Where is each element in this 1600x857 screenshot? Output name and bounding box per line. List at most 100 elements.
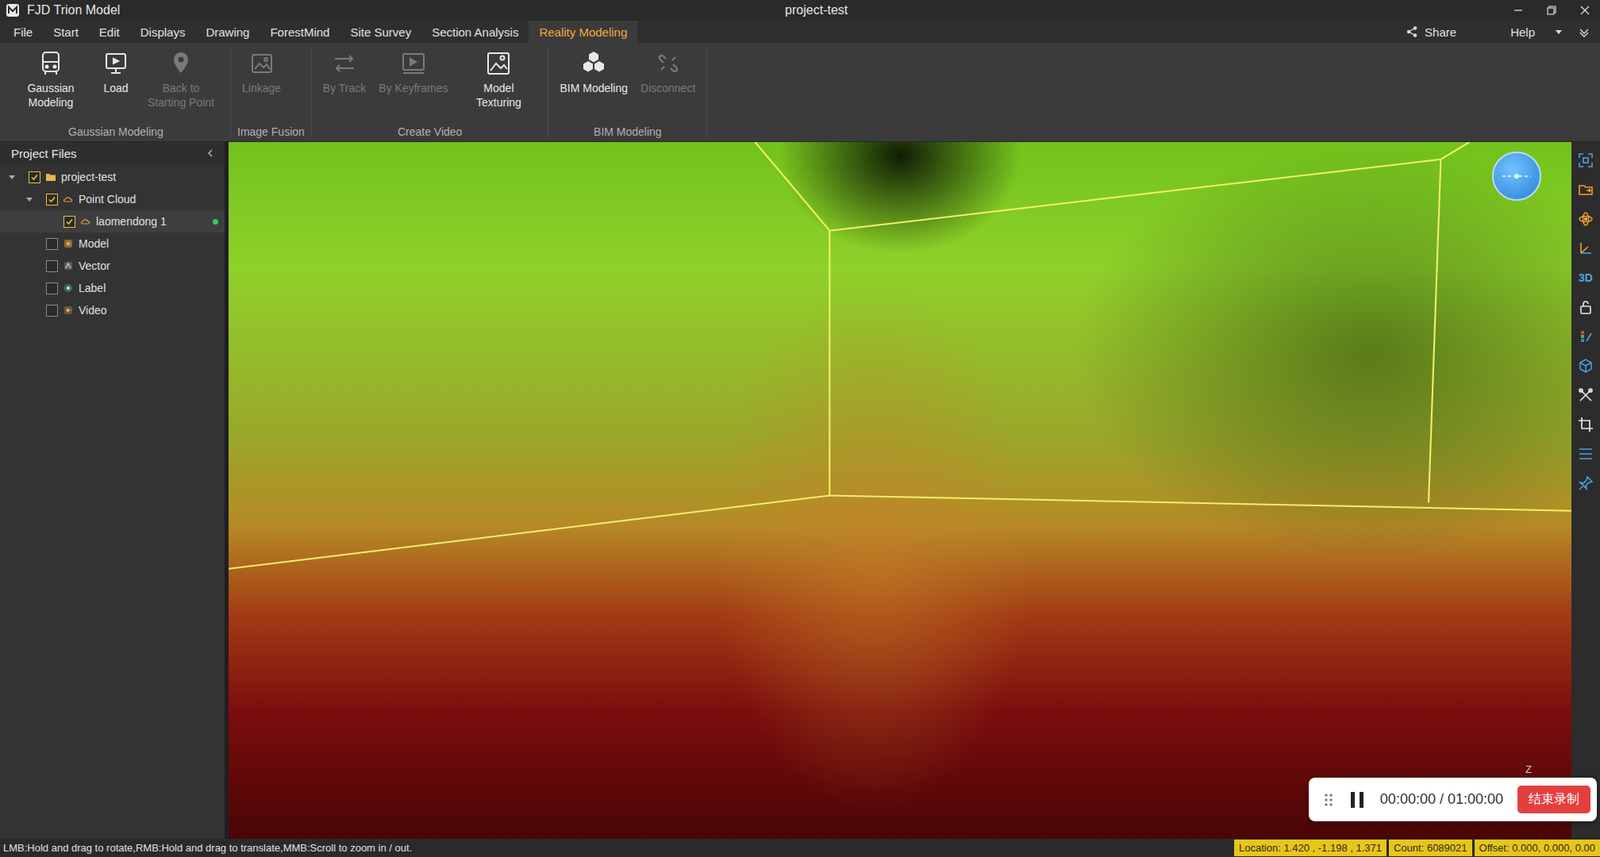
tools-icon <box>1577 387 1594 404</box>
tree-item[interactable]: Vector <box>0 254 225 277</box>
menu-tab[interactable]: Start <box>42 20 89 43</box>
pause-icon[interactable] <box>1348 790 1366 810</box>
orbit-icon <box>1577 211 1594 227</box>
project-panel: Project Filesproject-testPoint Cloudlaom… <box>0 142 225 839</box>
palette-icon <box>1577 328 1594 345</box>
collapse-panel-icon[interactable] <box>205 148 216 158</box>
tree-checkbox[interactable] <box>46 282 58 295</box>
expand-arrow-icon[interactable] <box>25 195 34 204</box>
list-icon <box>1577 446 1594 462</box>
toolbar-button[interactable] <box>1576 445 1596 463</box>
stop-recording-button[interactable]: 结束录制 <box>1517 785 1591 814</box>
toolbar-button[interactable] <box>1576 386 1596 404</box>
menu-tab[interactable]: Site Survey <box>339 20 422 43</box>
close-icon[interactable] <box>1579 4 1591 16</box>
help-menu[interactable]: Help <box>1510 25 1535 39</box>
menu-tab[interactable]: File <box>3 20 43 43</box>
tree-item[interactable]: Video <box>0 299 225 322</box>
tree-checkbox[interactable] <box>63 215 76 228</box>
tree-checkbox[interactable] <box>46 238 58 250</box>
bim-icon <box>579 49 608 78</box>
toolbar-button[interactable] <box>1576 415 1596 434</box>
ribbon-button[interactable]: Model Texturing <box>455 47 542 112</box>
pointcloud-icon <box>62 193 74 205</box>
cube-icon <box>1577 357 1594 374</box>
gaussian-icon <box>36 49 66 78</box>
panel-header: Project Files <box>0 142 225 165</box>
ribbon-button[interactable]: Gaussian Modeling <box>7 47 94 112</box>
collapse-ribbon-icon[interactable] <box>1577 25 1591 39</box>
toolbar-button[interactable] <box>1576 151 1596 170</box>
share-button[interactable]: Share <box>1405 25 1457 39</box>
toolbar-button[interactable] <box>1576 474 1596 493</box>
loaded-dot <box>212 219 219 225</box>
ribbon-button[interactable]: Load <box>96 47 135 97</box>
title-bar: FJD Trion Model project-test <box>0 0 1600 21</box>
tree-item[interactable]: Label <box>0 276 225 300</box>
status-offset: Offset: 0.000, 0.000, 0.00 <box>1474 839 1600 857</box>
model-icon <box>62 238 74 250</box>
right-toolbar: 3D <box>1571 142 1600 839</box>
workspace: Project Filesproject-testPoint Cloudlaom… <box>0 142 1600 839</box>
ribbon-button: Disconnect <box>635 47 700 97</box>
minimize-icon[interactable] <box>1512 4 1524 16</box>
lock-icon <box>1577 299 1594 316</box>
window-title: project-test <box>784 3 848 18</box>
toolbar-button[interactable] <box>1576 210 1596 228</box>
tree-item[interactable]: laomendong 1 <box>0 210 225 233</box>
crop-icon <box>1577 416 1594 433</box>
menu-tab[interactable]: Edit <box>88 20 131 43</box>
restore-icon[interactable] <box>1546 4 1558 16</box>
expand-arrow-icon[interactable] <box>7 173 16 181</box>
label-icon <box>62 282 74 294</box>
check-icon <box>47 195 57 204</box>
status-location: Location: 1.420 , -1.198 , 1.371 <box>1234 839 1387 857</box>
app-logo-icon <box>6 3 20 17</box>
menu-tab[interactable]: Reality Modeling <box>528 20 638 43</box>
tree-item[interactable]: Model <box>0 232 225 255</box>
ribbon-group: BIM ModelingDisconnectBIM Modeling <box>548 47 708 139</box>
menu-tab[interactable]: Section Analysis <box>421 20 529 43</box>
menu-tab[interactable]: Displays <box>130 20 197 43</box>
load-icon <box>101 49 131 78</box>
toolbar-button[interactable] <box>1576 357 1596 375</box>
point-cloud-view[interactable]: Z <box>228 142 1572 839</box>
ribbon-group-label: Create Video <box>318 122 543 139</box>
toolbar-button[interactable] <box>1576 327 1596 346</box>
tree-item[interactable]: project-test <box>0 165 225 189</box>
check-icon <box>30 173 39 182</box>
tree-checkbox[interactable] <box>46 193 58 206</box>
tree-item[interactable]: Point Cloud <box>0 188 225 211</box>
toolbar-button[interactable] <box>1576 298 1596 316</box>
navigation-compass[interactable] <box>1492 151 1542 201</box>
ribbon-group: Gaussian ModelingLoadBack to Starting Po… <box>1 47 231 139</box>
ribbon-button: By Keyframes <box>373 47 453 97</box>
menu-tab[interactable]: Drawing <box>195 20 260 43</box>
track-icon <box>330 49 359 78</box>
drag-handle-icon[interactable] <box>1323 792 1335 808</box>
tree-checkbox[interactable] <box>46 260 58 273</box>
axes-icon <box>1577 240 1594 257</box>
keyframes-icon <box>399 49 428 78</box>
dropdown-icon[interactable] <box>1553 26 1564 37</box>
toolbar-button[interactable] <box>1576 180 1596 199</box>
texturing-icon <box>484 49 513 78</box>
menu-tab[interactable]: ForestMind <box>259 20 340 43</box>
ribbon-group-label: BIM Modeling <box>554 122 700 139</box>
status-bar: LMB:Hold and drag to rotate,RMB:Hold and… <box>0 838 1600 857</box>
clip-box-lines <box>228 142 1572 839</box>
toolbar-button[interactable]: 3D <box>1576 269 1596 287</box>
tree-checkbox[interactable] <box>28 171 41 184</box>
tree-checkbox[interactable] <box>46 304 58 317</box>
status-hint: LMB:Hold and drag to rotate,RMB:Hold and… <box>3 842 412 854</box>
fit-icon <box>1577 152 1594 169</box>
disconnect-icon <box>653 49 683 78</box>
ribbon-button[interactable]: BIM Modeling <box>554 47 633 97</box>
recording-time: 00:00:00 / 01:00:00 <box>1380 791 1504 808</box>
app-name: FJD Trion Model <box>26 3 120 18</box>
status-count: Count: 6089021 <box>1388 839 1473 857</box>
toolbar-button[interactable] <box>1576 239 1596 258</box>
menu-bar: FileStartEditDisplaysDrawingForestMindSi… <box>0 20 1600 43</box>
project-tree: project-testPoint Cloudlaomendong 1Model… <box>0 164 225 322</box>
ribbon-group: By TrackBy KeyframesModel TexturingCreat… <box>311 47 550 139</box>
